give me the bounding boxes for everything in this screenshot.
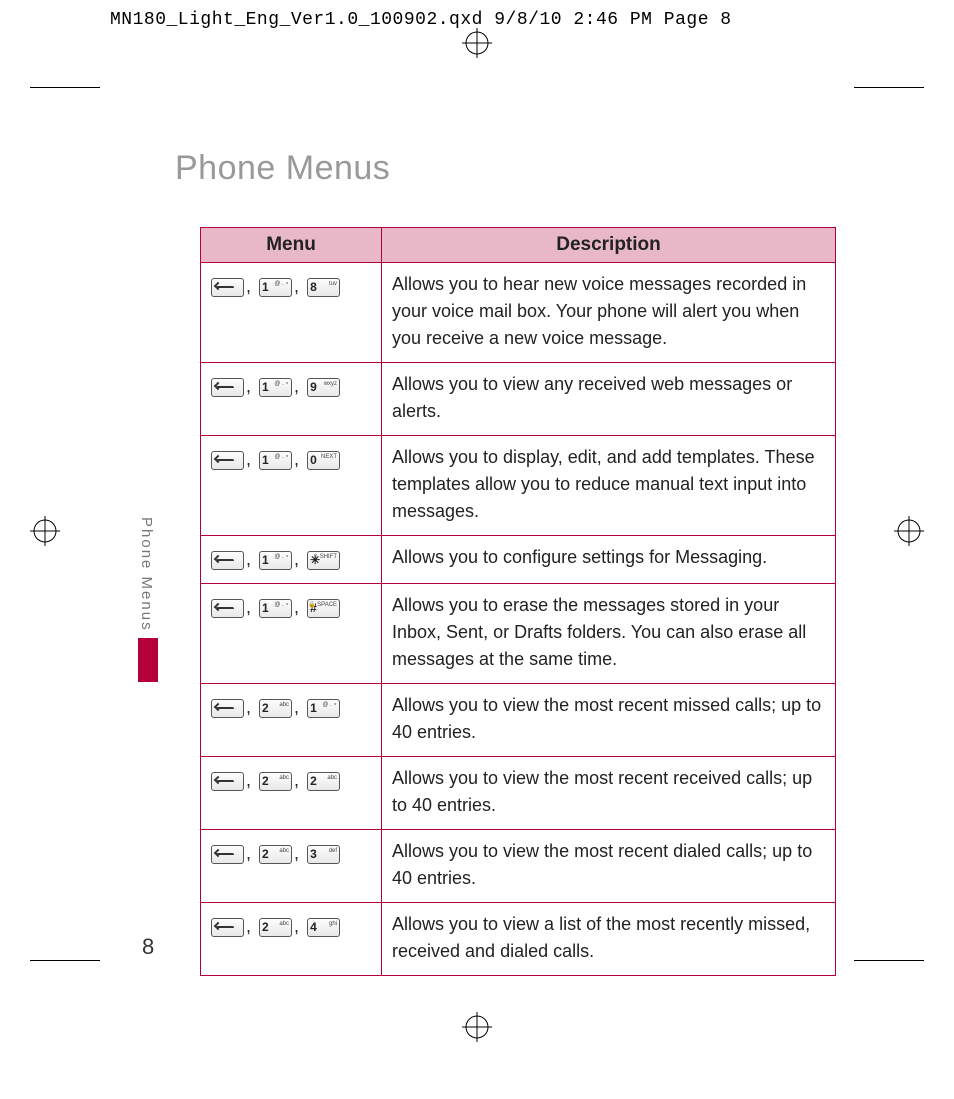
softkey-icon	[211, 599, 244, 618]
keypad-key-icon: 1@ . ⍤	[307, 699, 340, 718]
keypad-key-icon: #🔒 SPACE	[307, 599, 340, 618]
print-header: MN180_Light_Eng_Ver1.0_100902.qxd 9/8/10…	[110, 10, 914, 30]
page-number: 8	[142, 934, 154, 960]
table-row: , 1@ . ⍤, 9wxyzAllows you to view any re…	[201, 363, 836, 436]
menu-description: Allows you to view any received web mess…	[382, 363, 836, 436]
keypad-key-icon: 1@ . ⍤	[259, 378, 292, 397]
softkey-icon	[211, 278, 244, 297]
column-header-menu: Menu	[201, 228, 382, 263]
menu-key-sequence: , 1@ . ⍤, 8tuv	[201, 263, 382, 363]
keypad-key-icon: ✳⇧ SHIFT	[307, 551, 340, 570]
table-row: , 2abc, 4ghiAllows you to view a list of…	[201, 903, 836, 976]
table-row: , 2abc, 3defAllows you to view the most …	[201, 830, 836, 903]
menu-key-sequence: , 2abc, 4ghi	[201, 903, 382, 976]
crop-mark-icon	[30, 87, 100, 88]
crop-mark-icon	[854, 960, 924, 961]
menu-description: Allows you to view the most recent recei…	[382, 757, 836, 830]
registration-mark-bottom-icon	[462, 1012, 492, 1042]
section-tab-label: Phone Menus	[138, 517, 155, 632]
softkey-icon	[211, 699, 244, 718]
softkey-icon	[211, 551, 244, 570]
keypad-key-icon: 2abc	[259, 772, 292, 791]
menu-description: Allows you to display, edit, and add tem…	[382, 436, 836, 536]
registration-mark-right-icon	[894, 516, 924, 546]
column-header-description: Description	[382, 228, 836, 263]
keypad-key-icon: 2abc	[259, 845, 292, 864]
keypad-key-icon: 0NEXT	[307, 451, 340, 470]
keypad-key-icon: 1@ . ⍤	[259, 451, 292, 470]
registration-mark-left-icon	[30, 516, 60, 546]
menu-key-sequence: , 2abc, 1@ . ⍤	[201, 684, 382, 757]
menu-description: Allows you to view a list of the most re…	[382, 903, 836, 976]
menu-key-sequence: , 1@ . ⍤, 0NEXT	[201, 436, 382, 536]
menu-key-sequence: , 1@ . ⍤, 9wxyz	[201, 363, 382, 436]
crop-mark-icon	[854, 87, 924, 88]
crop-mark-icon	[30, 960, 100, 961]
softkey-icon	[211, 772, 244, 791]
menu-description: Allows you to erase the messages stored …	[382, 584, 836, 684]
section-tab: Phone Menus	[138, 517, 160, 682]
menu-description: Allows you to view the most recent misse…	[382, 684, 836, 757]
section-tab-color-block	[138, 638, 158, 682]
softkey-icon	[211, 845, 244, 864]
keypad-key-icon: 2abc	[259, 699, 292, 718]
menu-key-sequence: , 1@ . ⍤, ✳⇧ SHIFT	[201, 536, 382, 584]
softkey-icon	[211, 918, 244, 937]
table-row: , 1@ . ⍤, 8tuvAllows you to hear new voi…	[201, 263, 836, 363]
keypad-key-icon: 8tuv	[307, 278, 340, 297]
keypad-key-icon: 3def	[307, 845, 340, 864]
menu-description: Allows you to configure settings for Mes…	[382, 536, 836, 584]
menu-key-sequence: , 2abc, 2abc	[201, 757, 382, 830]
page-title: Phone Menus	[175, 149, 390, 188]
keypad-key-icon: 1@ . ⍤	[259, 551, 292, 570]
keypad-key-icon: 4ghi	[307, 918, 340, 937]
softkey-icon	[211, 378, 244, 397]
menu-description: Allows you to view the most recent diale…	[382, 830, 836, 903]
keypad-key-icon: 1@ . ⍤	[259, 599, 292, 618]
table-row: , 1@ . ⍤, ✳⇧ SHIFTAllows you to configur…	[201, 536, 836, 584]
keypad-key-icon: 2abc	[259, 918, 292, 937]
keypad-key-icon: 1@ . ⍤	[259, 278, 292, 297]
menu-description: Allows you to hear new voice messages re…	[382, 263, 836, 363]
menu-table: Menu Description , 1@ . ⍤, 8tuvAllows yo…	[200, 227, 836, 976]
page-body: Phone Menus Phone Menus 8 Menu Descripti…	[100, 87, 854, 960]
menu-key-sequence: , 2abc, 3def	[201, 830, 382, 903]
table-row: , 2abc, 1@ . ⍤Allows you to view the mos…	[201, 684, 836, 757]
keypad-key-icon: 9wxyz	[307, 378, 340, 397]
keypad-key-icon: 2abc	[307, 772, 340, 791]
registration-mark-top-icon	[462, 28, 492, 58]
table-row: , 1@ . ⍤, #🔒 SPACEAllows you to erase th…	[201, 584, 836, 684]
menu-key-sequence: , 1@ . ⍤, #🔒 SPACE	[201, 584, 382, 684]
table-row: , 1@ . ⍤, 0NEXTAllows you to display, ed…	[201, 436, 836, 536]
table-row: , 2abc, 2abcAllows you to view the most …	[201, 757, 836, 830]
softkey-icon	[211, 451, 244, 470]
